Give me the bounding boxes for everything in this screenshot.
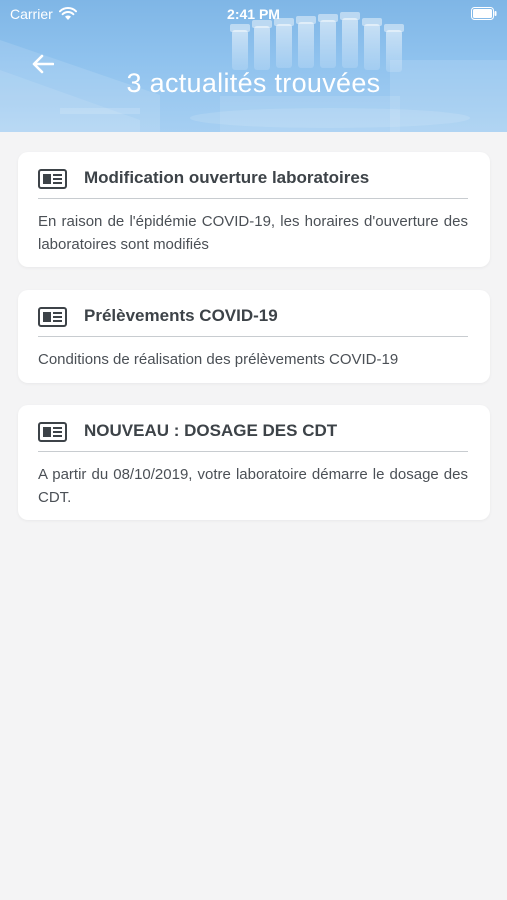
newspaper-icon [38, 307, 67, 327]
page-title: 3 actualités trouvées [126, 68, 381, 98]
news-card-title: Modification ouverture laboratoires [84, 168, 370, 187]
news-card-text: A partir du 08/10/2019, votre laboratoir… [38, 466, 468, 506]
news-card[interactable]: Prélèvements COVID-19 Conditions de réal… [18, 290, 490, 383]
news-card[interactable]: NOUVEAU : DOSAGE DES CDT A partir du 08/… [18, 405, 490, 520]
news-card-header: Modification ouverture laboratoires [38, 166, 468, 199]
news-card-header: NOUVEAU : DOSAGE DES CDT [38, 419, 468, 452]
status-time: 2:41 PM [227, 6, 280, 22]
status-bar: Carrier 2:41 PM [0, 0, 507, 28]
news-card-title: NOUVEAU : DOSAGE DES CDT [84, 421, 338, 440]
news-card-header: Prélèvements COVID-19 [38, 304, 468, 337]
newspaper-icon [38, 422, 67, 442]
battery-icon [471, 7, 497, 20]
header-banner: Carrier 2:41 PM 3 actualités trouvées [0, 0, 507, 132]
news-card-title: Prélèvements COVID-19 [84, 306, 278, 325]
news-card-text: Conditions de réalisation des prélèvemen… [38, 351, 399, 368]
news-card[interactable]: Modification ouverture laboratoires En r… [18, 152, 490, 267]
newspaper-icon [38, 169, 67, 189]
news-card-text: En raison de l'épidémie COVID-19, les ho… [38, 213, 468, 253]
